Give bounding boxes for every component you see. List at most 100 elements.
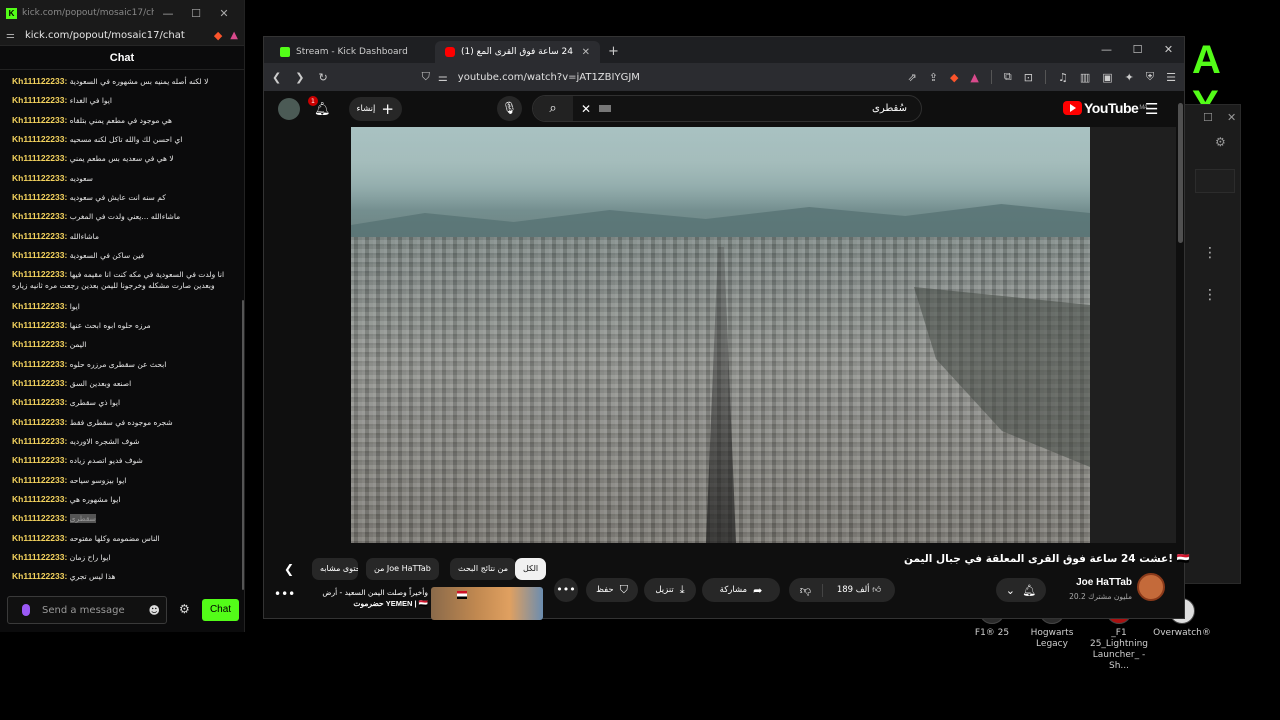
url-text[interactable]: youtube.com/watch?v=jAT1ZBIYGJM xyxy=(458,72,896,83)
chat-username[interactable]: Kh111122233: xyxy=(12,173,67,183)
video-player[interactable] xyxy=(351,127,1090,543)
site-settings-icon[interactable]: ⚌ xyxy=(438,71,448,84)
bookmark-icon[interactable]: ⛉ xyxy=(422,70,430,84)
chat-username[interactable]: Kh111122233: xyxy=(12,455,67,465)
open-external-icon[interactable]: ⇗ xyxy=(908,71,917,84)
chevron-left-icon[interactable]: ❮ xyxy=(284,562,294,576)
voice-search-icon[interactable]: 🎙︎ xyxy=(497,96,522,121)
clear-search-icon[interactable]: ✕ xyxy=(581,102,591,116)
chat-username[interactable]: Kh111122233: xyxy=(12,552,67,562)
chat-username[interactable]: Kh111122233: xyxy=(12,571,67,581)
chat-username[interactable]: Kh111122233: xyxy=(12,95,67,105)
share-button[interactable]: مشاركة ➦ xyxy=(702,578,780,602)
chat-username[interactable]: Kh111122233: xyxy=(12,320,67,330)
close-tab-icon[interactable]: ✕ xyxy=(582,47,590,58)
more-options-icon[interactable]: ••• xyxy=(274,587,295,601)
minimize-icon[interactable]: — xyxy=(1091,37,1122,63)
account-avatar[interactable] xyxy=(278,98,300,120)
more-options-icon[interactable]: ⋮ xyxy=(1203,287,1217,303)
chat-username[interactable]: Kh111122233: xyxy=(12,192,67,202)
chat-username[interactable]: Kh111122233: xyxy=(12,231,67,241)
chat-username[interactable]: Kh111122233: xyxy=(12,513,67,523)
brave-shield-icon[interactable]: ◆ xyxy=(950,71,958,84)
media-icon[interactable]: ♫ xyxy=(1058,71,1068,84)
vpn-icon[interactable]: ⛨ xyxy=(1146,70,1154,84)
leo-ai-icon[interactable]: ✦ xyxy=(1125,71,1134,84)
recommended-video-thumbnail[interactable] xyxy=(431,587,543,620)
new-tab-icon[interactable]: + xyxy=(608,44,619,59)
keyboard-icon[interactable] xyxy=(599,105,612,112)
chat-username[interactable]: Kh111122233: xyxy=(12,339,67,349)
like-button[interactable]: 189 ألف 👍︎ xyxy=(823,585,895,595)
chip-similar[interactable]: محتوى مشابه xyxy=(312,558,358,580)
download-button[interactable]: تنزيل ⤓ xyxy=(644,578,696,602)
share-page-icon[interactable]: ⇪ xyxy=(929,71,938,84)
close-icon[interactable]: ✕ xyxy=(1153,37,1184,63)
more-actions-icon[interactable]: ••• xyxy=(554,578,578,602)
chat-username[interactable]: Kh111122233: xyxy=(12,533,67,543)
chip-all[interactable]: الكل xyxy=(515,558,547,580)
brave-shield-icon[interactable]: ◆ xyxy=(214,29,222,42)
dislike-button[interactable]: 👎︎ xyxy=(789,583,823,597)
chat-username[interactable]: Kh111122233: xyxy=(12,134,67,144)
chat-message-list[interactable]: Kh111122233: لا لكنه أصله يمنيه بس مشهور… xyxy=(0,71,245,589)
guide-menu-icon[interactable]: ☰ xyxy=(1145,100,1158,118)
chat-username[interactable]: Kh111122233: xyxy=(12,378,67,388)
extensions-icon[interactable]: ⧉ xyxy=(1004,70,1012,84)
chat-username[interactable]: Kh111122233: xyxy=(12,494,67,504)
brave-rewards-icon[interactable]: ▲ xyxy=(230,30,238,41)
chat-username[interactable]: Kh111122233: xyxy=(12,417,67,427)
notifications-icon[interactable]: 🔔︎ 1 xyxy=(308,95,331,117)
channel-name[interactable]: Joe HaTTab xyxy=(1044,577,1132,588)
forward-icon[interactable]: ❯ xyxy=(295,71,304,84)
chat-username[interactable]: Kh111122233: xyxy=(12,359,67,369)
save-button[interactable]: حفظ ⛉ xyxy=(586,578,638,602)
close-icon[interactable]: ✕ xyxy=(210,7,238,20)
emoji-icon[interactable]: ☻ xyxy=(149,604,160,617)
settings-icon[interactable]: ⚙ xyxy=(1215,135,1226,149)
maximize-icon[interactable]: ☐ xyxy=(1122,37,1153,63)
chat-username[interactable]: Kh111122233: xyxy=(12,301,67,311)
chat-username[interactable]: Kh111122233: xyxy=(12,250,67,260)
gear-icon[interactable]: ⚙ xyxy=(179,602,190,616)
chat-username[interactable]: Kh111122233: xyxy=(12,269,67,279)
url-text[interactable]: kick.com/popout/mosaic17/chat xyxy=(25,30,208,41)
menu-icon[interactable]: ☰ xyxy=(1166,71,1176,84)
brave-rewards-icon[interactable]: ▲ xyxy=(970,71,978,84)
chat-username[interactable]: Kh111122233: xyxy=(12,211,67,221)
tab-kick-dashboard[interactable]: Stream - Kick Dashboard xyxy=(270,41,435,63)
more-options-icon[interactable]: ⋮ xyxy=(1203,245,1217,261)
close-icon[interactable]: ✕ xyxy=(1227,111,1236,124)
microphone-icon[interactable] xyxy=(22,604,30,616)
minimize-icon[interactable]: ☐ xyxy=(1203,111,1213,124)
recommended-video-title[interactable]: وأخيراً وصلت اليمن السعيد - أرض حضرموت Y… xyxy=(300,587,428,609)
chat-scrollbar[interactable] xyxy=(242,300,244,590)
site-settings-icon[interactable]: ⚌ xyxy=(6,30,15,41)
minimize-icon[interactable]: — xyxy=(154,7,182,20)
chat-username[interactable]: Kh111122233: xyxy=(12,115,67,125)
page-scrollbar[interactable] xyxy=(1178,103,1183,243)
channel-avatar[interactable] xyxy=(1137,573,1165,601)
tab-youtube[interactable]: (1) عشت 24 ساعة فوق القرى المع ✕ xyxy=(435,41,600,63)
chat-username[interactable]: Kh111122233: xyxy=(12,397,67,407)
send-chat-button[interactable]: Chat xyxy=(202,599,239,621)
chat-username[interactable]: Kh111122233: xyxy=(12,153,67,163)
chat-username[interactable]: Kh111122233: xyxy=(12,475,67,485)
subscribed-button[interactable]: ⌄ 🔔︎ xyxy=(996,578,1046,602)
chip-from-search[interactable]: من نتائج البحث xyxy=(450,558,517,580)
wallet-icon[interactable]: ▣ xyxy=(1102,71,1112,84)
create-button[interactable]: إنشاء + xyxy=(348,97,402,121)
search-input[interactable]: ⌕ ✕ سُقطرى xyxy=(532,95,922,122)
search-icon[interactable]: ⌕ xyxy=(533,96,573,121)
chat-message-input[interactable]: Send a message ☻ xyxy=(7,596,167,624)
screenshot-icon[interactable]: ⊡ xyxy=(1024,71,1033,84)
youtube-logo[interactable]: YouTube MA xyxy=(1063,100,1148,116)
back-icon[interactable]: ❮ xyxy=(272,71,281,84)
chat-username[interactable]: Kh111122233: xyxy=(12,436,67,446)
chip-from-channel[interactable]: من Joe HaTTab xyxy=(366,558,439,580)
reload-icon[interactable]: ↻ xyxy=(318,71,327,84)
chat-username[interactable]: Kh111122233: xyxy=(12,76,67,86)
sidebar-icon[interactable]: ▥ xyxy=(1080,71,1090,84)
maximize-icon[interactable]: ☐ xyxy=(182,7,210,20)
search-query[interactable]: سُقطرى xyxy=(611,103,921,114)
